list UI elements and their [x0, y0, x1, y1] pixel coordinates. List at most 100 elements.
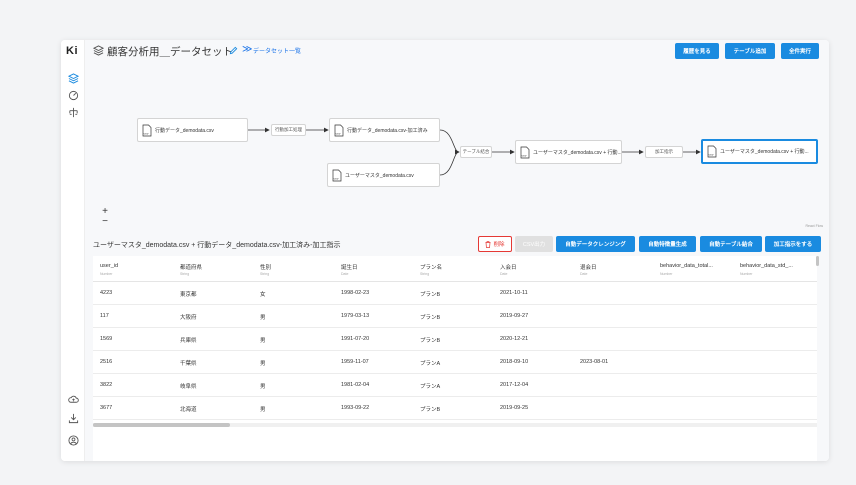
cell: 岐阜県	[180, 384, 197, 390]
table-row[interactable]: 4223 東京都 女 1998-02-23 プランB 2021-10-11	[93, 282, 817, 305]
column-header[interactable]: 性別	[260, 263, 271, 271]
auto-join-button[interactable]: 自動テーブル結合	[700, 236, 762, 252]
cell: 1569	[100, 336, 113, 342]
cell: 1979-03-13	[341, 313, 370, 319]
layers-icon[interactable]	[67, 72, 79, 84]
cell: 1991-07-20	[341, 336, 370, 342]
cell: プランB	[420, 407, 441, 413]
table-row[interactable]: 3677 北海道 男 1993-09-22 プランB 2019-09-25	[93, 397, 817, 420]
column-type: Number	[740, 272, 753, 276]
column-header[interactable]: 退会日	[580, 263, 597, 271]
data-table: user_id Number 都道府県 String 性別 String 誕生日…	[93, 256, 817, 461]
add-table-button[interactable]: テーブル追加	[725, 43, 775, 59]
csv-export-button[interactable]: CSV出力	[515, 236, 553, 252]
flow-node-joined[interactable]: csv ユーザーマスタ_demodata.csv + 行動...	[515, 140, 622, 164]
flow-node-final-selected[interactable]: csv ユーザーマスタ_demodata.csv + 行動...	[701, 139, 818, 164]
svg-text:csv: csv	[336, 131, 341, 135]
download-icon[interactable]	[67, 412, 79, 424]
cell: 男	[260, 338, 266, 344]
cell: 1993-09-22	[341, 405, 370, 411]
column-header[interactable]: 入会日	[500, 263, 517, 271]
svg-text:csv: csv	[144, 131, 149, 135]
flow-node-label: ユーザーマスタ_demodata.csv + 行動...	[533, 149, 622, 156]
horizontal-scrollbar-thumb[interactable]	[93, 423, 230, 427]
cell: プランB	[420, 292, 441, 298]
flow-op-table-join[interactable]: テーブル結合	[460, 146, 492, 158]
flow-node-user-master-csv[interactable]: csv ユーザーマスタ_demodata.csv	[327, 163, 440, 187]
dataset-list-link[interactable]: データセット一覧	[253, 46, 301, 55]
app-logo: Ki	[66, 45, 78, 57]
delete-button[interactable]: 削除	[478, 236, 512, 252]
cell: 4223	[100, 290, 113, 296]
csv-file-icon: csv	[520, 146, 530, 158]
cell: 2019-09-27	[500, 313, 529, 319]
run-all-button[interactable]: 全件実行	[781, 43, 819, 59]
csv-file-icon: csv	[332, 169, 342, 181]
cell: 男	[260, 361, 266, 367]
column-type: Number	[660, 272, 673, 276]
flow-op-behavior-process[interactable]: 行動加工処理	[271, 124, 306, 136]
cell: 男	[260, 315, 266, 321]
gauge-icon[interactable]	[67, 89, 79, 101]
table-row[interactable]: 1569 兵庫県 男 1991-07-20 プランB 2020-12-21	[93, 328, 817, 351]
cell: 3822	[100, 382, 113, 388]
cell: 大阪府	[180, 315, 197, 321]
column-header[interactable]: 都道府県	[180, 263, 202, 271]
csv-file-icon: csv	[142, 124, 152, 136]
vertical-scrollbar-thumb[interactable]	[816, 256, 819, 266]
instruct-button[interactable]: 加工指示をする	[765, 236, 821, 252]
history-button[interactable]: 履歴を見る	[675, 43, 719, 59]
flow-node-label: ユーザーマスタ_demodata.csv + 行動...	[720, 149, 809, 155]
tree-icon[interactable]	[67, 106, 79, 118]
column-header[interactable]: 誕生日	[341, 263, 358, 271]
horizontal-scrollbar[interactable]	[93, 423, 817, 427]
table-row[interactable]: 3822 岐阜県 男 1981-02-04 プランA 2017-12-04	[93, 374, 817, 397]
column-type: Date	[341, 272, 349, 276]
cell: 2018-09-10	[500, 359, 529, 365]
svg-text:csv: csv	[709, 153, 714, 157]
edge	[439, 129, 460, 155]
table-header: user_id Number 都道府県 String 性別 String 誕生日…	[93, 256, 817, 282]
column-type: Date	[580, 272, 588, 276]
flow-canvas[interactable]: csv 行動データ_demodata.csv 行動加工処理 csv 行動データ_…	[85, 62, 829, 234]
delete-label: 削除	[493, 242, 505, 248]
trash-icon	[485, 240, 491, 248]
table-row[interactable]: 117 大阪府 男 1979-03-13 プランB 2019-09-27	[93, 305, 817, 328]
cell: 1959-11-07	[341, 359, 369, 365]
column-header[interactable]: プラン名	[420, 263, 442, 271]
edit-icon[interactable]	[229, 46, 238, 55]
flow-node-behavior-csv[interactable]: csv 行動データ_demodata.csv	[137, 118, 248, 142]
flow-node-label: ユーザーマスタ_demodata.csv	[345, 172, 414, 179]
top-bar: 顧客分析用＿データセット ≫ データセット一覧 履歴を見る テーブル追加 全件実…	[85, 40, 829, 62]
flow-node-behavior-processed[interactable]: csv 行動データ_demodata.csv-加工済み	[329, 118, 440, 142]
table-row[interactable]: 2516 千葉県 男 1959-11-07 プランA 2018-09-10 20…	[93, 351, 817, 374]
react-flow-attribution: React Flow	[805, 224, 823, 228]
app-window: Ki 顧客分析用＿データセット ≫ データセット一覧 履歴を見る テーブル追加 …	[61, 40, 829, 461]
user-icon[interactable]	[67, 434, 79, 446]
cell: 2516	[100, 359, 113, 365]
svg-text:csv: csv	[522, 153, 527, 157]
svg-text:csv: csv	[334, 176, 339, 180]
column-header[interactable]: behavior_data_std_...	[740, 263, 793, 269]
page-title: 顧客分析用＿データセット	[107, 46, 233, 58]
layers-icon	[93, 45, 104, 56]
cloud-upload-icon[interactable]	[67, 393, 79, 405]
column-header[interactable]: behavior_data_total...	[660, 263, 713, 269]
cell: 2020-12-21	[500, 336, 529, 342]
cell: 1981-02-04	[341, 382, 370, 388]
dataset-name: ユーザーマスタ_demodata.csv + 行動データ_demodata.cs…	[93, 242, 341, 249]
auto-feature-button[interactable]: 自動特徴量生成	[639, 236, 696, 252]
auto-cleansing-button[interactable]: 自動データクレンジング	[556, 236, 635, 252]
csv-file-icon: csv	[707, 145, 717, 158]
cell: 2023-08-01	[580, 359, 609, 365]
cell: プランA	[420, 384, 441, 390]
column-header[interactable]: user_id	[100, 263, 118, 269]
flow-op-instruction[interactable]: 加工指示	[645, 146, 683, 158]
cell: プランB	[420, 338, 441, 344]
cell: 2017-12-04	[500, 382, 529, 388]
cell: 2019-09-25	[500, 405, 529, 411]
zoom-out-button[interactable]: −	[100, 217, 110, 227]
cell: 女	[260, 292, 266, 298]
edge	[439, 151, 460, 176]
cell: 男	[260, 384, 266, 390]
